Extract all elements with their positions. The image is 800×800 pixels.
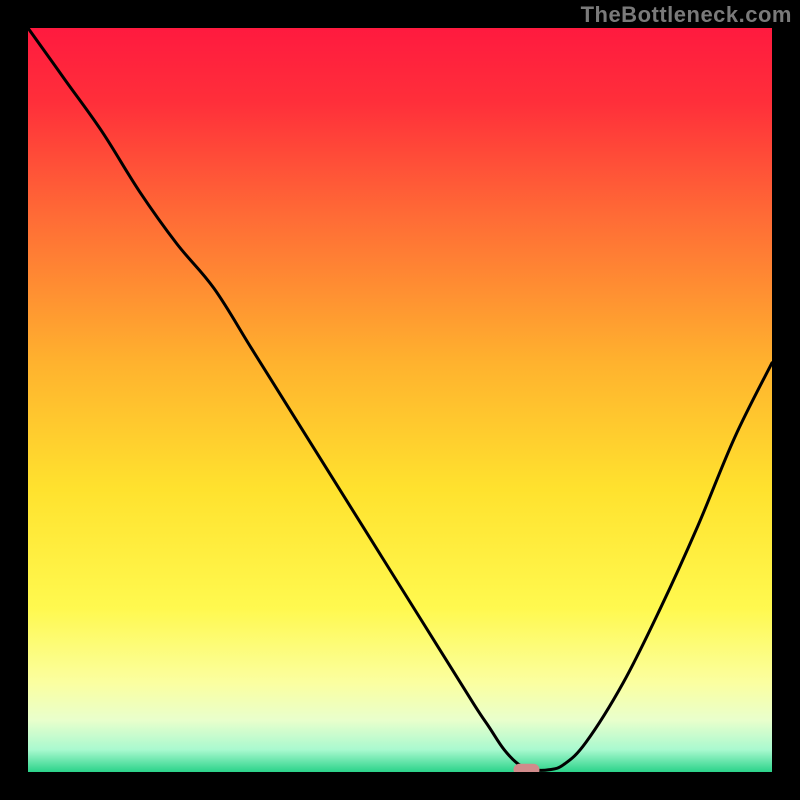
chart-marker bbox=[513, 764, 539, 772]
chart-plot bbox=[28, 28, 772, 772]
chart-container: TheBottleneck.com bbox=[0, 0, 800, 800]
chart-background bbox=[28, 28, 772, 772]
chart-svg bbox=[28, 28, 772, 772]
watermark-text: TheBottleneck.com bbox=[581, 2, 792, 28]
